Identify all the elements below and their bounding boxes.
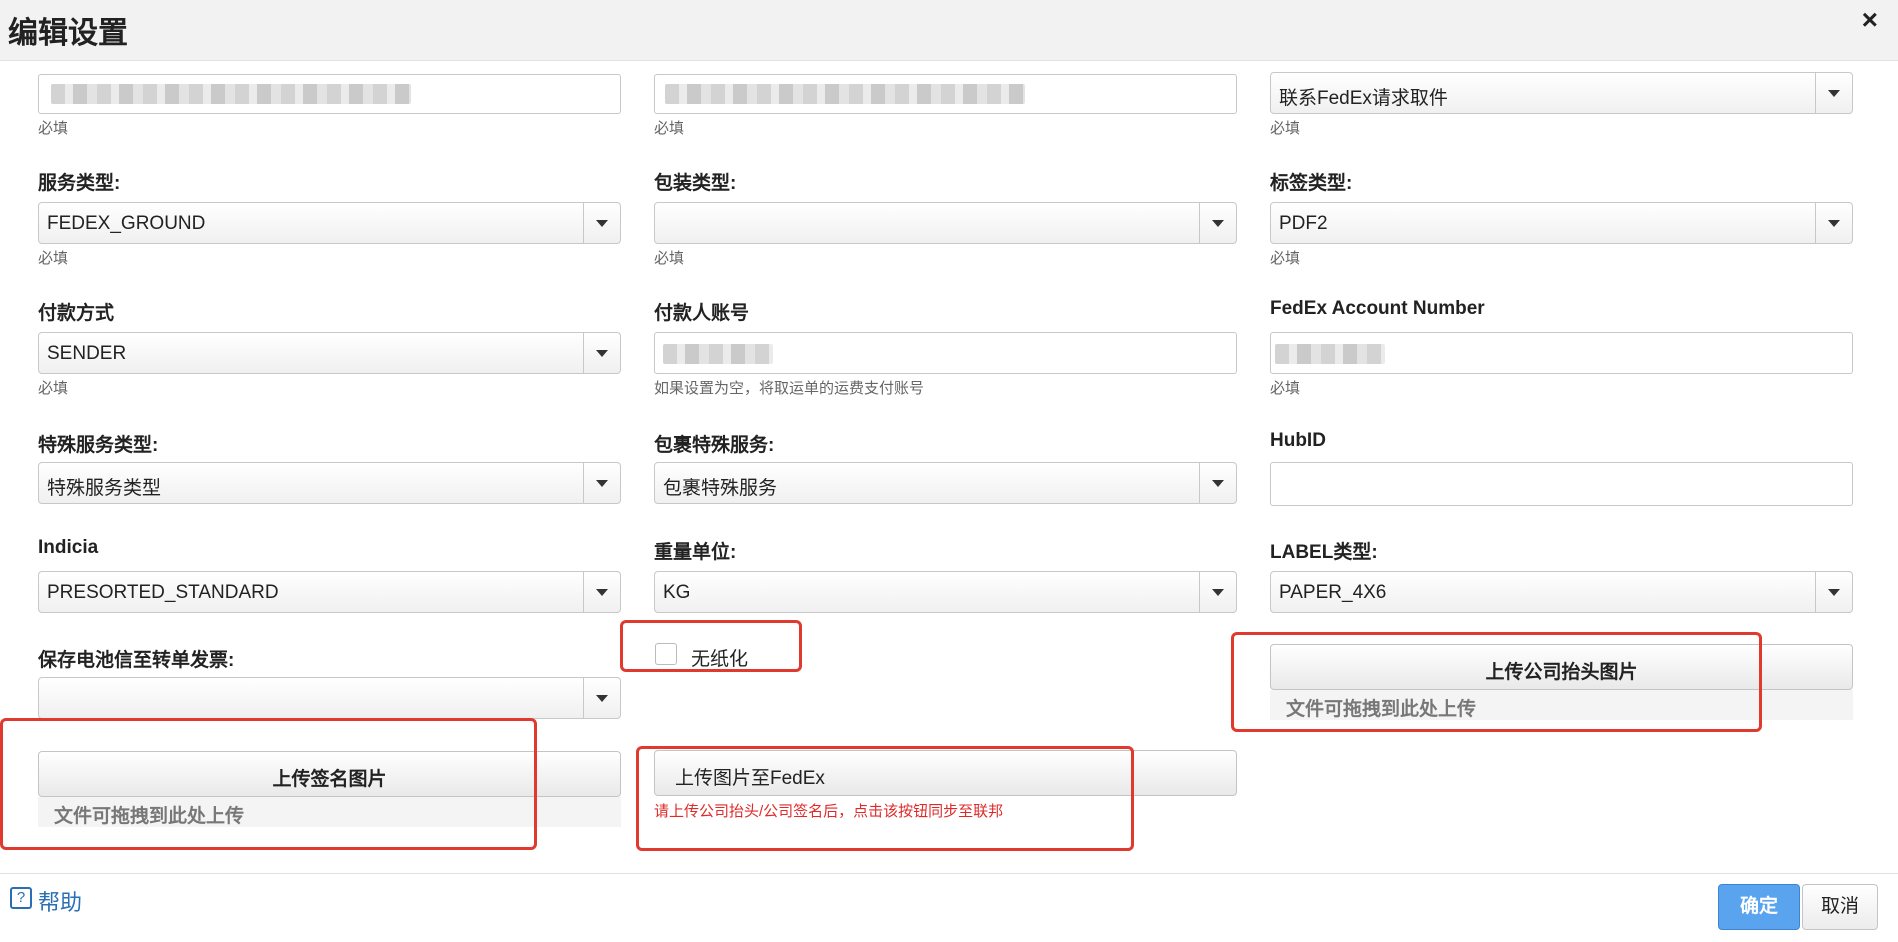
fedex-account-hint: 必填 [1270,380,1301,397]
chevron-down-icon[interactable] [583,572,620,612]
pickup-select-value: 联系FedEx请求取件 [1279,88,1448,109]
service-type-hint: 必填 [38,250,69,267]
chevron-down-icon[interactable] [583,463,620,503]
indicia-select[interactable]: PRESORTED_STANDARD [38,571,621,613]
payment-method-hint: 必填 [38,380,69,397]
special-service-value: 特殊服务类型 [47,478,162,499]
dialog-title: 编辑设置 [8,17,128,50]
highlight-box [0,718,537,850]
indicia-value: PRESORTED_STANDARD [47,582,279,603]
confirm-button[interactable]: 确定 [1718,884,1800,930]
service-type-label: 服务类型: [38,173,121,194]
help-icon[interactable]: ? [10,887,32,909]
dialog-footer: ? 帮助 确定 取消 [0,873,1898,942]
service-type-select[interactable]: FEDEX_GROUND [38,202,621,244]
row1-col1-hint: 必填 [38,120,69,137]
packaging-type-select[interactable] [654,202,1237,244]
payer-account-label: 付款人账号 [654,303,750,324]
chevron-down-icon[interactable] [1815,73,1852,113]
hub-id-input[interactable] [1270,462,1853,506]
package-special-service-value: 包裹特殊服务 [663,478,778,499]
chevron-down-icon[interactable] [1199,572,1236,612]
chevron-down-icon[interactable] [1199,203,1236,243]
chevron-down-icon[interactable] [583,678,620,718]
label-stock-value: PAPER_4X6 [1279,582,1387,603]
special-service-label: 特殊服务类型: [38,435,159,456]
row1-col1-input[interactable] [38,74,621,114]
payer-account-hint: 如果设置为空，将取运单的运费支付账号 [654,380,925,397]
package-special-service-select[interactable]: 包裹特殊服务 [654,462,1237,504]
battery-select[interactable] [38,677,621,719]
packaging-type-hint: 必填 [654,250,685,267]
label-stock-label: LABEL类型: [1270,542,1378,563]
pickup-select[interactable]: 联系FedEx请求取件 [1270,72,1853,114]
label-type-label: 标签类型: [1270,173,1353,194]
row1-col2-input[interactable] [654,74,1237,114]
blurred-value [663,344,773,364]
packaging-type-label: 包装类型: [654,173,737,194]
blurred-value [665,84,1025,104]
special-service-select[interactable]: 特殊服务类型 [38,462,621,504]
highlight-box [1231,632,1762,732]
pickup-hint: 必填 [1270,120,1301,137]
indicia-label: Indicia [38,537,99,558]
label-stock-select[interactable]: PAPER_4X6 [1270,571,1853,613]
label-type-value: PDF2 [1279,213,1328,234]
chevron-down-icon[interactable] [1815,203,1852,243]
help-link[interactable]: 帮助 [38,885,82,917]
battery-label: 保存电池信至转单发票: [38,650,235,671]
fedex-account-label: FedEx Account Number [1270,298,1485,319]
row1-col2-hint: 必填 [654,120,685,137]
blurred-value [1275,344,1385,364]
fedex-account-input[interactable] [1270,332,1853,374]
cancel-button[interactable]: 取消 [1802,884,1878,930]
highlight-box [636,746,1134,851]
payment-method-label: 付款方式 [38,303,115,324]
chevron-down-icon[interactable] [1199,463,1236,503]
chevron-down-icon[interactable] [1815,572,1852,612]
weight-unit-select[interactable]: KG [654,571,1237,613]
payment-method-value: SENDER [47,343,127,364]
hub-id-label: HubID [1270,430,1326,451]
payment-method-select[interactable]: SENDER [38,332,621,374]
close-icon[interactable]: × [1862,4,1878,36]
chevron-down-icon[interactable] [583,203,620,243]
payer-account-input[interactable] [654,332,1237,374]
chevron-down-icon[interactable] [583,333,620,373]
label-type-hint: 必填 [1270,250,1301,267]
label-type-select[interactable]: PDF2 [1270,202,1853,244]
weight-unit-value: KG [663,582,691,603]
service-type-value: FEDEX_GROUND [47,213,206,234]
weight-unit-label: 重量单位: [654,542,737,563]
blurred-value [51,84,411,104]
highlight-box [620,620,802,672]
dialog-header: 编辑设置 × [0,0,1898,61]
package-special-service-label: 包裹特殊服务: [654,435,775,456]
